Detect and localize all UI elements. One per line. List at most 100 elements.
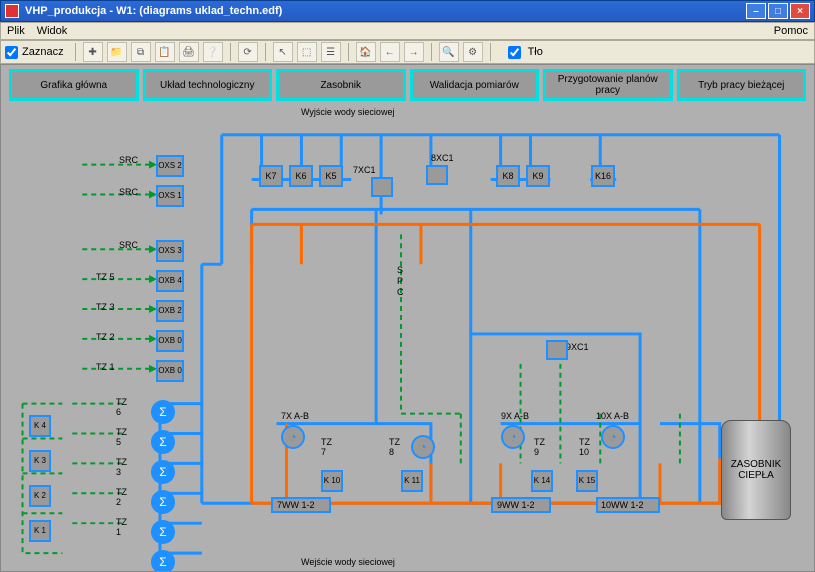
sigma-6-icon[interactable]: Σ: [151, 550, 175, 572]
label-tz1v: TZ 1: [116, 517, 127, 537]
maximize-button[interactable]: □: [768, 3, 788, 19]
pump-7x-icon[interactable]: ◔: [281, 425, 305, 449]
pump-mid-icon[interactable]: ◔: [411, 435, 435, 459]
label-9ww: 9WW 1-2: [497, 500, 535, 510]
label-tz3: TZ 3: [96, 302, 115, 312]
tool-print-icon[interactable]: 🖨: [179, 42, 199, 62]
menu-view[interactable]: Widok: [37, 25, 68, 37]
nav-przygotowanie-planow[interactable]: Przygotowanie planów pracy: [543, 69, 673, 101]
zaznacz-label: Zaznacz: [22, 46, 64, 58]
tool-back-icon[interactable]: ←: [380, 42, 400, 62]
tool-new-icon[interactable]: ✚: [83, 42, 103, 62]
block-9xc1[interactable]: [546, 340, 568, 360]
tool-home-icon[interactable]: 🏠: [356, 42, 376, 62]
nav-grafika-glowna[interactable]: Grafika główna: [9, 69, 139, 101]
pump-9x-icon[interactable]: ◔: [501, 425, 525, 449]
tlo-checkbox[interactable]: Tło: [504, 43, 543, 62]
app-icon: [5, 4, 19, 18]
zaznacz-checkbox[interactable]: Zaznacz: [5, 46, 64, 59]
label-src-3: SRC: [119, 240, 138, 250]
toolbar: Zaznacz ✚ 📁 ⧉ 📋 🖨 ❔ ⟳ ↖ ⬚ ☰ 🏠 ← → 🔍 ⚙ Tł…: [0, 40, 815, 64]
block-oxb-4[interactable]: OXB 4: [156, 270, 184, 292]
label-7xab: 7X A-B: [281, 411, 309, 421]
menubar: Plik Widok Pomoc: [0, 22, 815, 40]
block-k3[interactable]: K 3: [29, 450, 51, 472]
label-tz5: TZ 5: [96, 272, 115, 282]
tool-paste-icon[interactable]: 📋: [155, 42, 175, 62]
tool-select-icon[interactable]: ⬚: [297, 42, 317, 62]
block-k10[interactable]: K 10: [321, 470, 343, 492]
label-7ww: 7WW 1-2: [277, 500, 315, 510]
label-10ww: 10WW 1-2: [601, 500, 644, 510]
block-8xc1[interactable]: [426, 165, 448, 185]
label-src-2: SRC: [119, 187, 138, 197]
block-k14[interactable]: K 14: [531, 470, 553, 492]
tlo-input[interactable]: [508, 46, 521, 59]
block-7xc1[interactable]: [371, 177, 393, 197]
block-k1[interactable]: K 1: [29, 520, 51, 542]
titlebar: VHP_produkcja - W1: (diagrams uklad_tech…: [0, 0, 815, 22]
minimize-button[interactable]: –: [746, 3, 766, 19]
block-k4[interactable]: K 4: [29, 415, 51, 437]
block-k16[interactable]: K16: [591, 165, 615, 187]
menu-help[interactable]: Pomoc: [774, 25, 808, 37]
tank-zasobnik[interactable]: ZASOBNIK CIEPŁA: [721, 420, 791, 520]
label-9xc1: 9XC1: [566, 342, 589, 352]
zaznacz-input[interactable]: [5, 46, 18, 59]
block-k15[interactable]: K 15: [576, 470, 598, 492]
sigma-4-icon[interactable]: Σ: [151, 490, 175, 514]
diagram-canvas: Grafika główna Układ technologiczny Zaso…: [0, 64, 815, 572]
block-k2[interactable]: K 2: [29, 485, 51, 507]
tool-open-icon[interactable]: 📁: [107, 42, 127, 62]
label-tz7v: TZ 7: [321, 437, 332, 457]
sigma-1-icon[interactable]: Σ: [151, 400, 175, 424]
block-oxs-1[interactable]: OXS 1: [156, 185, 184, 207]
label-wyjscie: Wyjście wody sieciowej: [301, 107, 394, 117]
block-k9[interactable]: K9: [526, 165, 550, 187]
nav-walidacja-pomiarow[interactable]: Walidacja pomiarów: [410, 69, 540, 101]
pump-10x-icon[interactable]: ◔: [601, 425, 625, 449]
block-k7[interactable]: K7: [259, 165, 283, 187]
tool-help-icon[interactable]: ❔: [203, 42, 223, 62]
nav-zasobnik[interactable]: Zasobnik: [276, 69, 406, 101]
tool-zoom-icon[interactable]: 🔍: [439, 42, 459, 62]
label-8xc1: 8XC1: [431, 153, 454, 163]
label-tz8v: TZ 8: [389, 437, 400, 457]
tool-cursor-icon[interactable]: ↖: [273, 42, 293, 62]
block-oxb-0b[interactable]: OXB 0: [156, 360, 184, 382]
block-oxs-2[interactable]: OXS 2: [156, 155, 184, 177]
label-7xc1: 7XC1: [353, 165, 376, 175]
label-spc: S P C: [397, 265, 404, 297]
sigma-5-icon[interactable]: Σ: [151, 520, 175, 544]
window-title: VHP_produkcja - W1: (diagrams uklad_tech…: [25, 5, 746, 17]
tool-refresh-icon[interactable]: ⟳: [238, 42, 258, 62]
label-tz1: TZ 1: [96, 362, 115, 372]
tank-label: ZASOBNIK CIEPŁA: [722, 459, 790, 481]
close-button[interactable]: ×: [790, 3, 810, 19]
tool-forward-icon[interactable]: →: [404, 42, 424, 62]
label-tz2v: TZ 2: [116, 487, 127, 507]
label-tz6v: TZ 6: [116, 397, 127, 417]
label-wejscie: Wejście wody sieciowej: [301, 557, 395, 567]
nav-uklad-technologiczny[interactable]: Układ technologiczny: [143, 69, 273, 101]
label-tz2: TZ 2: [96, 332, 115, 342]
sigma-3-icon[interactable]: Σ: [151, 460, 175, 484]
sigma-2-icon[interactable]: Σ: [151, 430, 175, 454]
block-oxb-2[interactable]: OXB 2: [156, 300, 184, 322]
block-k8[interactable]: K8: [496, 165, 520, 187]
tool-copy-icon[interactable]: ⧉: [131, 42, 151, 62]
label-9xab: 9X A-B: [501, 411, 529, 421]
block-k5[interactable]: K5: [319, 165, 343, 187]
block-k11[interactable]: K 11: [401, 470, 423, 492]
tool-tree-icon[interactable]: ☰: [321, 42, 341, 62]
menu-file[interactable]: Plik: [7, 25, 25, 37]
label-src-1: SRC: [119, 155, 138, 165]
label-tz10v: TZ 10: [579, 437, 590, 457]
label-10xab: 10X A-B: [596, 411, 629, 421]
nav-tryb-pracy[interactable]: Tryb pracy bieżącej: [677, 69, 807, 101]
label-tz5v: TZ 5: [116, 427, 127, 447]
block-oxb-0a[interactable]: OXB 0: [156, 330, 184, 352]
block-k6[interactable]: K6: [289, 165, 313, 187]
block-oxs-3[interactable]: OXS 3: [156, 240, 184, 262]
tool-settings-icon[interactable]: ⚙: [463, 42, 483, 62]
